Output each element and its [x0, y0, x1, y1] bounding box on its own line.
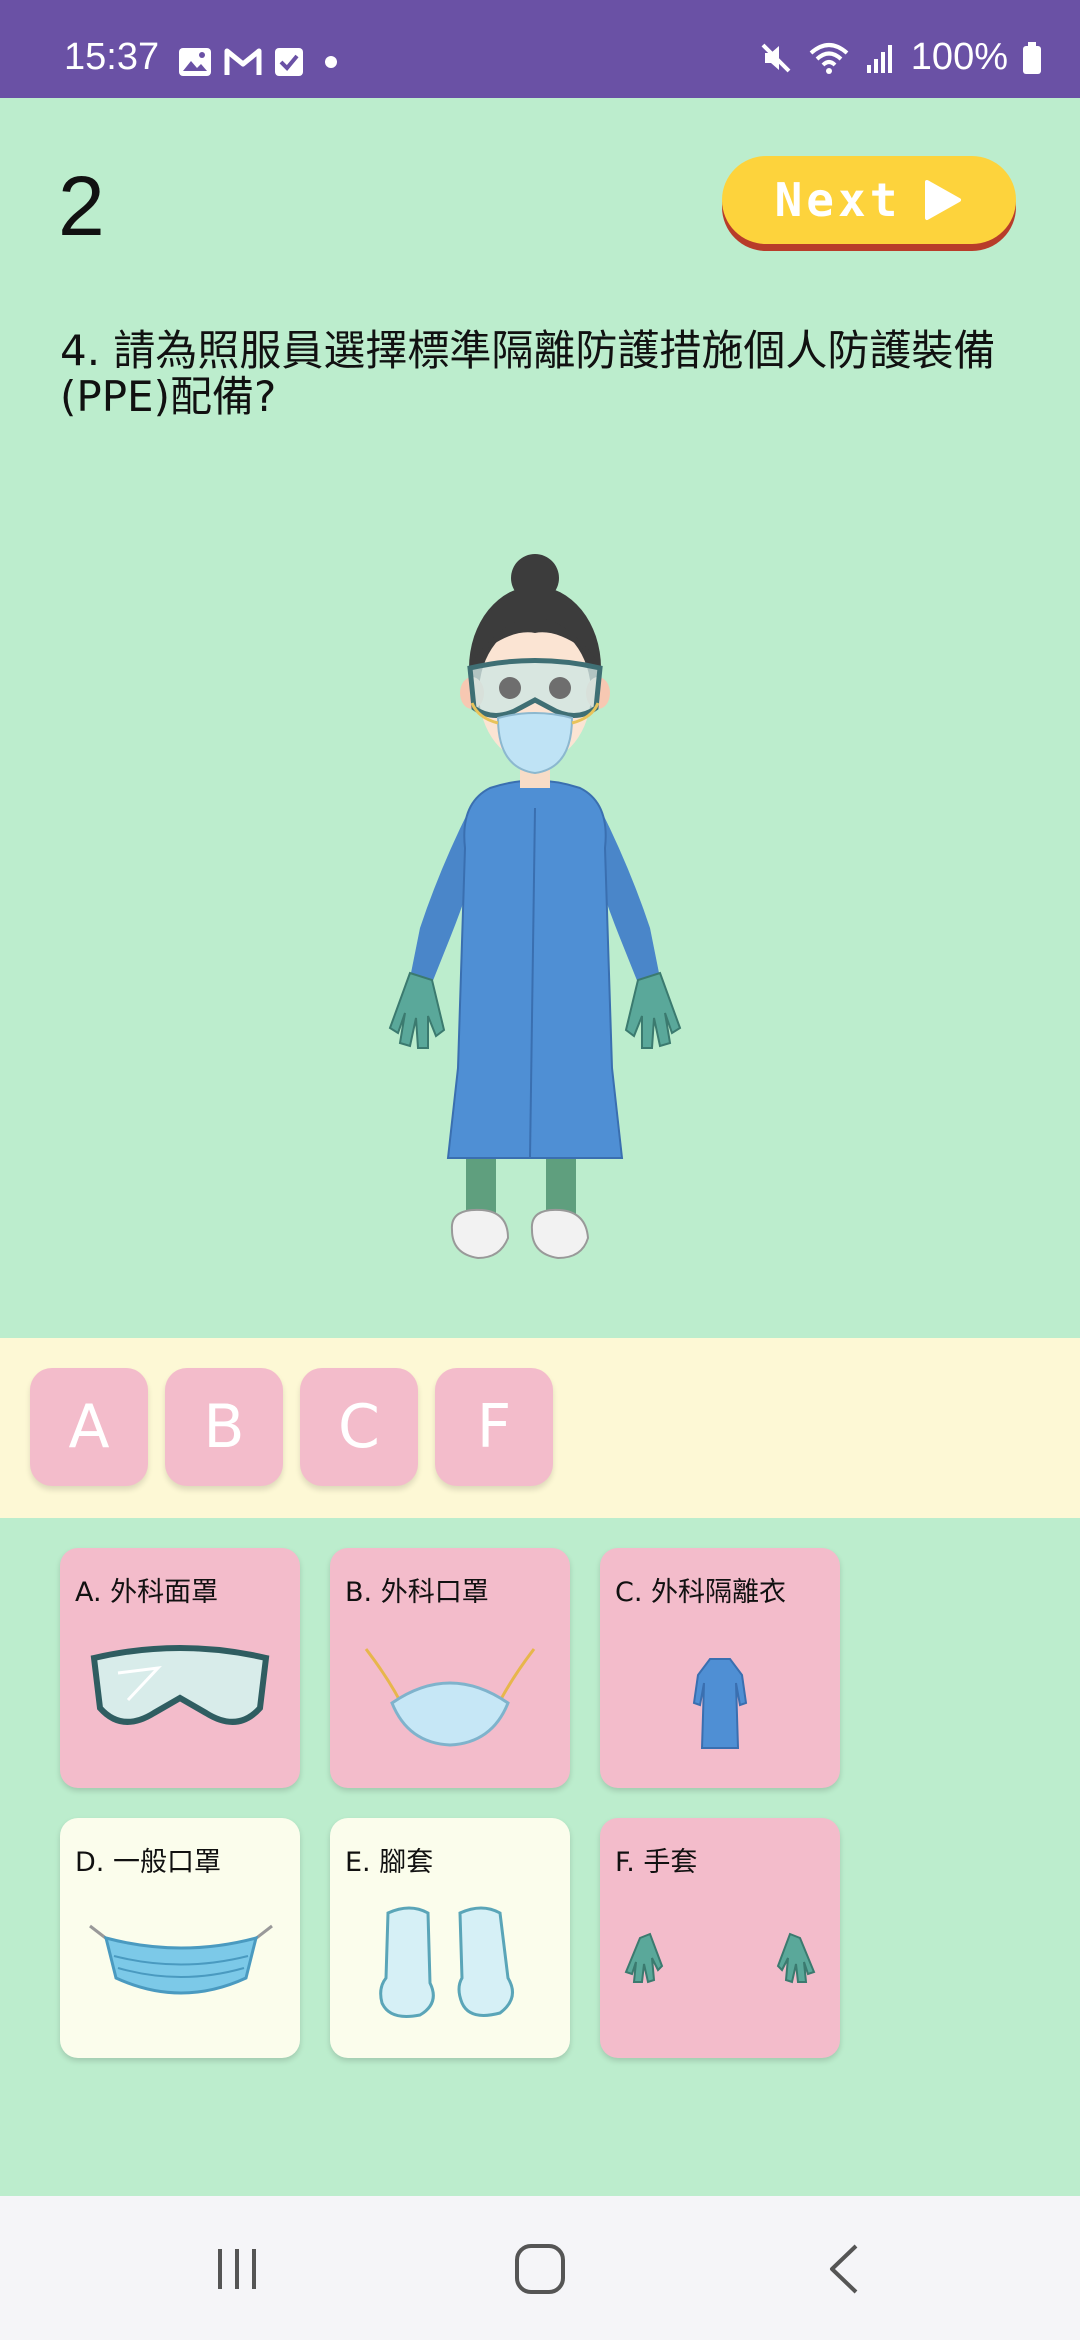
system-icons: 100%: [759, 36, 1042, 79]
option-card-c[interactable]: C. 外科隔離衣: [600, 1548, 840, 1788]
home-icon[interactable]: [513, 2242, 567, 2296]
navigation-bar: [0, 2196, 1080, 2340]
gloves-icon: [624, 1932, 816, 1984]
question-area: 2 Next 4. 請為照服員選擇標準隔離防護措施個人防護裝備(PPE)配備?: [0, 98, 1080, 1338]
gown-icon: [692, 1658, 748, 1749]
score-counter: 2: [58, 159, 105, 253]
option-card-a[interactable]: A. 外科面罩: [60, 1548, 300, 1788]
status-bar: 15:37 100%: [0, 0, 1080, 98]
answer-strip: A B C F: [0, 1338, 1080, 1518]
next-button[interactable]: Next: [722, 156, 1016, 244]
image-icon: [179, 48, 211, 76]
option-label: E. 腳套: [345, 1847, 434, 1878]
play-arrow-icon: [925, 180, 962, 220]
signal-icon: [866, 44, 892, 73]
general-mask-icon: [89, 1924, 273, 1995]
options-grid: A. 外科面罩 B. 外科口罩 C. 外科隔離衣 D. 一般口罩 E. 腳套 F…: [0, 1518, 1080, 2196]
next-button-label: Next: [774, 173, 902, 227]
recent-apps-icon[interactable]: [212, 2244, 262, 2294]
wifi-icon: [809, 42, 849, 74]
option-card-d[interactable]: D. 一般口罩: [60, 1818, 300, 2058]
option-card-b[interactable]: B. 外科口罩: [330, 1548, 570, 1788]
mute-icon: [761, 43, 791, 72]
surgical-mask-icon: [364, 1648, 536, 1747]
answer-slot[interactable]: A: [30, 1368, 148, 1486]
option-label: B. 外科口罩: [345, 1577, 489, 1608]
check-box-icon: [275, 48, 303, 76]
option-label: C. 外科隔離衣: [615, 1577, 787, 1608]
answer-slot[interactable]: C: [300, 1368, 418, 1486]
gmail-icon: [224, 48, 262, 75]
shoe-covers-icon: [379, 1906, 514, 2018]
caregiver-figure: [388, 554, 682, 1260]
option-card-f[interactable]: F. 手套: [600, 1818, 840, 2058]
answer-slot[interactable]: B: [165, 1368, 283, 1486]
option-card-e[interactable]: E. 腳套: [330, 1818, 570, 2058]
question-text: 4. 請為照服員選擇標準隔離防護措施個人防護裝備(PPE)配備?: [60, 326, 996, 421]
battery-percentage: 100%: [910, 36, 1008, 78]
option-label: F. 手套: [615, 1847, 698, 1878]
goggles-icon: [90, 1645, 270, 1725]
battery-icon: [1023, 41, 1041, 74]
option-label: D. 一般口罩: [75, 1847, 221, 1878]
status-time: 15:37: [64, 36, 160, 78]
option-label: A. 外科面罩: [75, 1577, 219, 1608]
back-icon[interactable]: [820, 2242, 870, 2296]
notification-icons: [178, 44, 346, 80]
dot-icon: [325, 56, 337, 68]
answer-slot[interactable]: F: [435, 1368, 553, 1486]
